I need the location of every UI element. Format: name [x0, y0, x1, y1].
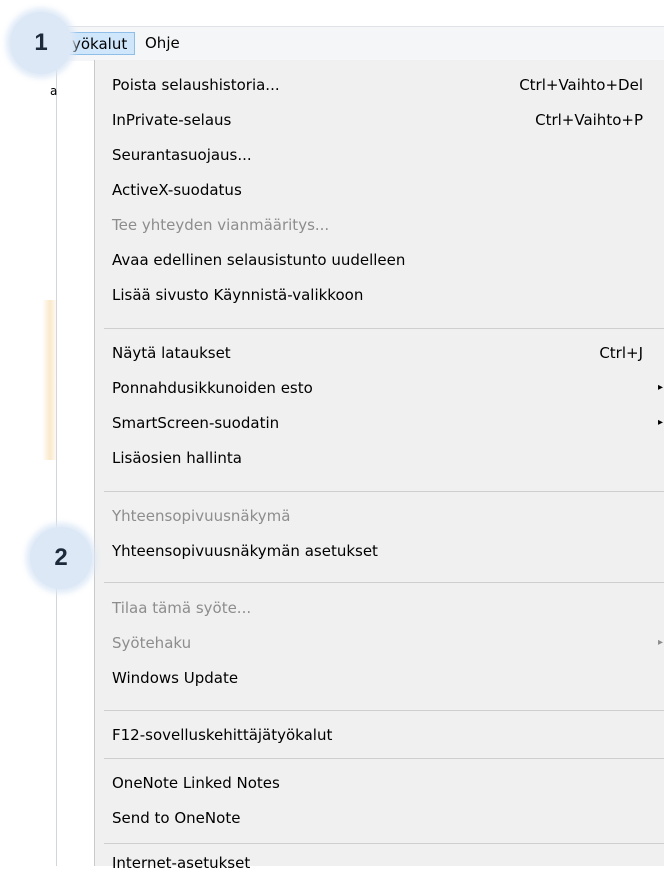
menu-help[interactable]: Ohje	[138, 32, 187, 55]
menu-item-label: Yhteensopivuusnäkymä	[112, 507, 291, 525]
menu-item-onenote-linked-notes[interactable]: OneNote Linked Notes	[95, 768, 664, 798]
menu-item-label: F12-sovelluskehittäjätyökalut	[112, 726, 333, 744]
menu-item-diagnose-connection: Tee yhteyden vianmääritys...	[95, 210, 664, 240]
menu-item-label: OneNote Linked Notes	[112, 774, 280, 792]
menu-item-activex-filtering[interactable]: ActiveX-suodatus	[95, 175, 664, 205]
menu-item-inprivate[interactable]: InPrivate-selaus Ctrl+Vaihto+P	[95, 105, 664, 135]
tools-dropdown-menu: Poista selaushistoria... Ctrl+Vaihto+Del…	[94, 60, 664, 872]
menu-item-label: Lisäosien hallinta	[112, 449, 242, 467]
menu-item-label: Internet-asetukset	[112, 854, 251, 872]
menu-item-label: InPrivate-selaus	[112, 111, 232, 129]
menu-item-label: Näytä lataukset	[112, 344, 231, 362]
submenu-arrow-icon: ▸	[657, 417, 663, 428]
menu-item-label: Seurantasuojaus...	[112, 146, 252, 164]
menu-bar: yökalut Ohje	[56, 26, 664, 61]
page-background-left	[0, 60, 94, 866]
menu-item-label: Send to OneNote	[112, 809, 241, 827]
menu-separator	[104, 758, 664, 759]
menu-item-feed-discovery: Syötehaku ▸	[95, 628, 664, 658]
menu-tools[interactable]: yökalut	[64, 32, 136, 55]
menu-separator	[104, 491, 664, 492]
menu-item-send-to-onenote[interactable]: Send to OneNote	[95, 803, 664, 833]
menu-item-add-site-to-start[interactable]: Lisää sivusto Käynnistä-valikkoon	[95, 280, 664, 310]
menu-item-label: Ponnahdusikkunoiden esto	[112, 379, 313, 397]
menu-item-label: Syötehaku	[112, 634, 192, 652]
menu-item-label: Windows Update	[112, 669, 239, 687]
menu-separator	[104, 582, 664, 583]
menu-item-shortcut: Ctrl+J	[599, 344, 643, 362]
menu-separator	[104, 328, 664, 329]
callout-badge-2: 2	[30, 527, 92, 589]
clipped-text-fragment: a	[50, 84, 58, 98]
callout-badge-1: 1	[10, 12, 72, 74]
menu-item-compatibility-view: Yhteensopivuusnäkymä	[95, 501, 664, 531]
menu-item-windows-update[interactable]: Windows Update	[95, 663, 664, 693]
menu-item-popup-blocker[interactable]: Ponnahdusikkunoiden esto ▸	[95, 373, 664, 403]
menu-item-shortcut: Ctrl+Vaihto+Del	[519, 76, 643, 94]
menu-item-shortcut: Ctrl+Vaihto+P	[535, 111, 643, 129]
menu-item-smartscreen-filter[interactable]: SmartScreen-suodatin ▸	[95, 408, 664, 438]
menu-item-subscribe-feed: Tilaa tämä syöte...	[95, 593, 664, 623]
menu-item-label: Yhteensopivuusnäkymän asetukset	[112, 542, 378, 560]
menu-item-label: Tilaa tämä syöte...	[112, 599, 252, 617]
menu-item-label: Tee yhteyden vianmääritys...	[112, 216, 330, 234]
menu-item-reopen-last-session[interactable]: Avaa edellinen selausistunto uudelleen	[95, 245, 664, 275]
menu-separator	[104, 710, 664, 711]
menu-item-label: Poista selaushistoria...	[112, 76, 280, 94]
submenu-arrow-icon: ▸	[657, 637, 663, 648]
menu-item-manage-addons[interactable]: Lisäosien hallinta	[95, 443, 664, 473]
menu-item-label: Avaa edellinen selausistunto uudelleen	[112, 251, 406, 269]
menu-item-label: SmartScreen-suodatin	[112, 414, 280, 432]
window-edge	[56, 60, 57, 866]
menu-item-label: Lisää sivusto Käynnistä-valikkoon	[112, 286, 364, 304]
menu-item-internet-options[interactable]: Internet-asetukset	[95, 848, 664, 878]
menu-item-compatibility-view-settings[interactable]: Yhteensopivuusnäkymän asetukset	[95, 536, 664, 566]
submenu-arrow-icon: ▸	[657, 382, 663, 393]
menu-item-tracking-protection[interactable]: Seurantasuojaus...	[95, 140, 664, 170]
menu-item-label: ActiveX-suodatus	[112, 181, 242, 199]
menu-item-delete-browsing-history[interactable]: Poista selaushistoria... Ctrl+Vaihto+Del	[95, 70, 664, 100]
menu-item-view-downloads[interactable]: Näytä lataukset Ctrl+J	[95, 338, 664, 368]
menu-item-f12-developer-tools[interactable]: F12-sovelluskehittäjätyökalut	[95, 720, 664, 750]
menu-separator	[104, 843, 664, 844]
